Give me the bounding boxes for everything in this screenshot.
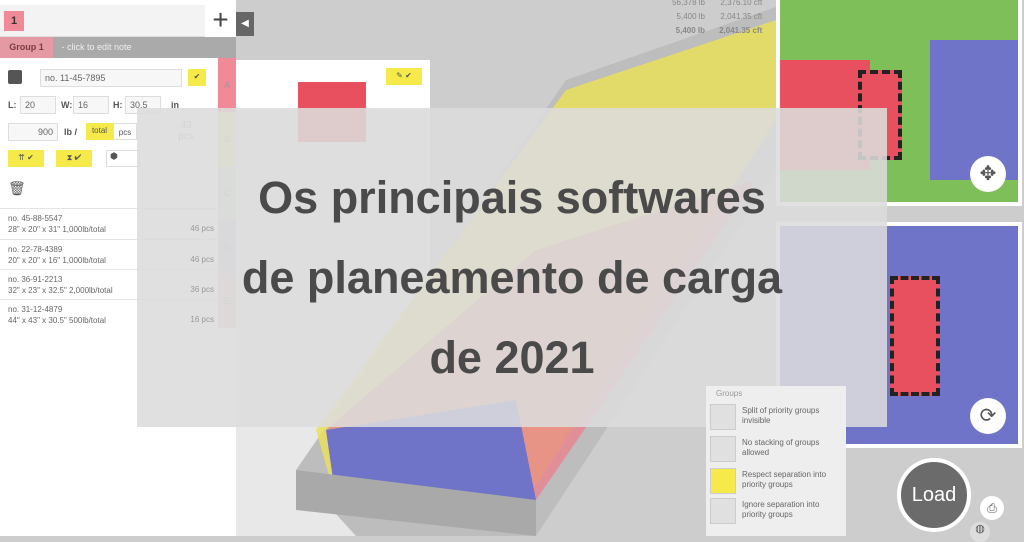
group-note[interactable]: - click to edit note <box>62 42 132 52</box>
group-bar: Group 1 - click to edit note <box>0 37 236 58</box>
weight-input[interactable]: 900 <box>8 123 58 141</box>
add-button[interactable]: + <box>205 5 236 37</box>
group-option[interactable]: No stacking of groups allowed <box>706 432 846 466</box>
group-option[interactable]: Split of priority groups invisible <box>706 400 846 434</box>
item-count: 46 pcs <box>190 255 214 264</box>
rotate-icon[interactable]: ⟳ <box>970 398 1006 434</box>
trash-icon[interactable]: 🗑 <box>8 180 26 197</box>
length-input[interactable]: 20 <box>20 96 56 114</box>
length-label: L: <box>8 100 17 110</box>
group-letter[interactable]: A <box>218 58 236 112</box>
load-stats: 56,378 lb 2,376.10 cft 5,400 lb 2,041.35… <box>672 0 763 35</box>
globe-icon[interactable]: ◍ <box>970 522 990 542</box>
load-button[interactable]: Load <box>897 458 971 532</box>
page-title: Os principais softwares de planeamento d… <box>137 158 887 398</box>
weight-unit: lb / <box>64 127 77 137</box>
title-line: Os principais softwares <box>258 172 766 223</box>
mode-total-button[interactable]: total <box>86 123 113 140</box>
group-option[interactable]: Ignore separation into priority groups <box>706 494 846 528</box>
confirm-check-icon[interactable]: ✔ <box>188 69 206 86</box>
mode-pcs-button[interactable]: pcs <box>113 123 137 140</box>
item-name-input[interactable]: no. 11-45-7895 <box>40 69 182 87</box>
groups-heading: Groups <box>716 389 743 398</box>
stackable-toggle[interactable]: ⇈ ✔ <box>8 150 44 167</box>
item-count: 16 pcs <box>190 315 214 324</box>
rotate-toggle[interactable]: ⬢ <box>106 150 140 167</box>
print-icon[interactable]: ⎙ <box>980 496 1004 520</box>
width-label: W: <box>61 100 73 110</box>
item-count: 46 pcs <box>190 224 214 233</box>
box-icon <box>8 70 22 84</box>
group-option-active[interactable]: Respect separation into priority groups <box>706 464 846 498</box>
item-count: 36 pcs <box>190 285 214 294</box>
move-icon[interactable]: ✥ <box>970 156 1006 192</box>
height-label: H: <box>113 100 123 110</box>
title-line: de planeamento de carga <box>241 252 783 303</box>
group-name[interactable]: Group 1 <box>0 37 53 58</box>
tab-1[interactable]: 1 <box>4 11 24 31</box>
tab-bar: 1 + <box>0 5 236 37</box>
width-input[interactable]: 16 <box>73 96 109 114</box>
fragile-toggle[interactable]: ⧗ ✔ <box>56 150 92 167</box>
